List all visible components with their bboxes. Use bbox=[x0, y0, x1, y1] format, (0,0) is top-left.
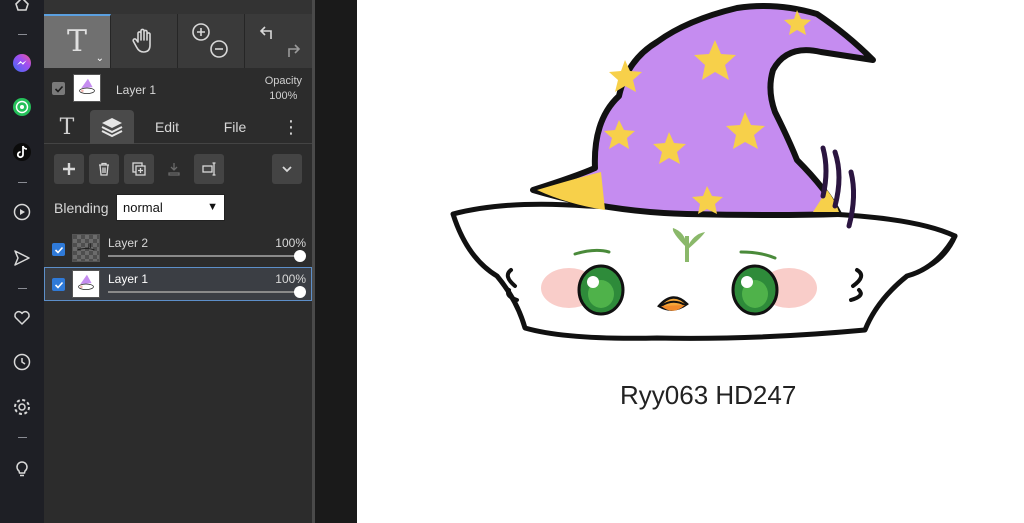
panel-tabs: T Edit File ⋮ bbox=[44, 110, 312, 144]
layer-opacity-knob[interactable] bbox=[294, 286, 306, 298]
tab-edit[interactable]: Edit bbox=[144, 110, 190, 144]
canvas-margin bbox=[315, 0, 357, 523]
tab-layers[interactable] bbox=[90, 110, 134, 144]
undo-redo-icon bbox=[259, 26, 300, 57]
layer-thumbnail bbox=[73, 74, 101, 102]
blending-mode-select[interactable]: normal ▼ bbox=[116, 194, 225, 221]
layer-visibility-checkbox[interactable] bbox=[52, 278, 65, 291]
layer-opacity-value: 100% bbox=[275, 236, 306, 250]
merge-icon bbox=[168, 163, 180, 176]
text-tool-glyph: T bbox=[66, 24, 87, 59]
layer-opacity-slider[interactable] bbox=[108, 291, 300, 293]
layer-opacity-knob[interactable] bbox=[294, 250, 306, 262]
layer-thumbnail bbox=[72, 234, 100, 262]
tab-text[interactable]: T bbox=[52, 110, 82, 144]
editor-panel: T ⌄ Layer 1 Opacity 100% T Edit File ⋮ B… bbox=[44, 0, 312, 523]
canvas-caption: Ryy063 HD247 bbox=[620, 380, 797, 410]
chevron-down-icon: ▼ bbox=[207, 201, 218, 213]
chevron-down-icon: ⌄ bbox=[95, 53, 104, 64]
layer-row-layer-2[interactable]: Layer 2 100% bbox=[44, 232, 312, 266]
witch-hat-character-drawing bbox=[450, 3, 958, 341]
player-icon[interactable] bbox=[12, 202, 32, 222]
properties-icon bbox=[202, 162, 216, 176]
lightbulb-icon[interactable] bbox=[12, 458, 32, 478]
sidebar-separator bbox=[18, 288, 27, 289]
more-menu-button[interactable]: ⋮ bbox=[278, 110, 304, 144]
layer-row-layer-1[interactable]: Layer 1 100% bbox=[44, 267, 312, 301]
layer-menu-dropdown[interactable] bbox=[272, 154, 302, 184]
zoom-icon bbox=[192, 23, 228, 58]
panel-top-strip bbox=[44, 0, 312, 14]
current-layer-summary: Layer 1 Opacity 100% bbox=[44, 68, 312, 110]
layer-properties-button[interactable] bbox=[194, 154, 224, 184]
trash-icon bbox=[99, 162, 109, 176]
send-icon[interactable] bbox=[12, 248, 32, 268]
tab-file[interactable]: File bbox=[212, 110, 258, 144]
plus-icon bbox=[63, 163, 75, 175]
tab-edit-label: Edit bbox=[154, 119, 180, 135]
hand-tool-button[interactable] bbox=[111, 14, 178, 68]
more-menu-label: ⋮ bbox=[282, 116, 300, 137]
blending-label: Blending bbox=[54, 200, 109, 216]
current-layer-name: Layer 1 bbox=[116, 83, 157, 97]
layers-icon bbox=[101, 118, 123, 138]
layer-visibility-checkbox[interactable] bbox=[52, 243, 65, 256]
tool-bar: T ⌄ bbox=[44, 14, 312, 68]
hand-icon bbox=[132, 28, 151, 53]
blending-control: Blending normal ▼ bbox=[54, 194, 304, 222]
layer-opacity-value: 100% bbox=[275, 272, 306, 286]
layer-thumbnail bbox=[72, 270, 100, 298]
blending-mode-value: normal bbox=[123, 200, 163, 215]
duplicate-icon bbox=[132, 162, 146, 176]
sidebar-separator bbox=[18, 437, 27, 438]
sidebar-separator bbox=[18, 182, 27, 183]
delete-layer-button[interactable] bbox=[89, 154, 119, 184]
heart-icon[interactable] bbox=[12, 308, 32, 328]
drawing-canvas[interactable]: Ryy063 HD247 bbox=[357, 0, 1024, 523]
add-layer-button[interactable] bbox=[54, 154, 84, 184]
duplicate-layer-button[interactable] bbox=[124, 154, 154, 184]
messenger-icon[interactable] bbox=[12, 53, 32, 73]
settings-icon[interactable] bbox=[12, 397, 32, 417]
text-tool-button[interactable]: T ⌄ bbox=[44, 14, 111, 68]
sidebar-separator bbox=[18, 34, 27, 35]
layer-actions bbox=[44, 150, 312, 186]
history-icon[interactable] bbox=[12, 352, 32, 372]
merge-down-button[interactable] bbox=[159, 154, 189, 184]
zoom-tool-button[interactable] bbox=[178, 14, 245, 68]
extension-icon[interactable] bbox=[12, 0, 32, 14]
opacity-value: 100% bbox=[269, 90, 298, 102]
layer-name: Layer 2 bbox=[108, 236, 149, 250]
opacity-label: Opacity bbox=[264, 75, 302, 87]
chevron-down-icon bbox=[282, 166, 292, 173]
opacity-readout: Opacity 100% bbox=[265, 74, 302, 104]
tab-file-label: File bbox=[223, 119, 247, 135]
tiktok-icon[interactable] bbox=[12, 142, 32, 162]
undo-redo-button[interactable] bbox=[245, 14, 312, 68]
tab-text-label: T bbox=[59, 114, 75, 140]
whatsapp-icon[interactable] bbox=[12, 97, 32, 117]
browser-sidebar bbox=[0, 0, 44, 523]
layer-visibility-checkbox[interactable] bbox=[52, 82, 65, 95]
layer-opacity-slider[interactable] bbox=[108, 255, 300, 257]
layer-name: Layer 1 bbox=[108, 272, 149, 286]
